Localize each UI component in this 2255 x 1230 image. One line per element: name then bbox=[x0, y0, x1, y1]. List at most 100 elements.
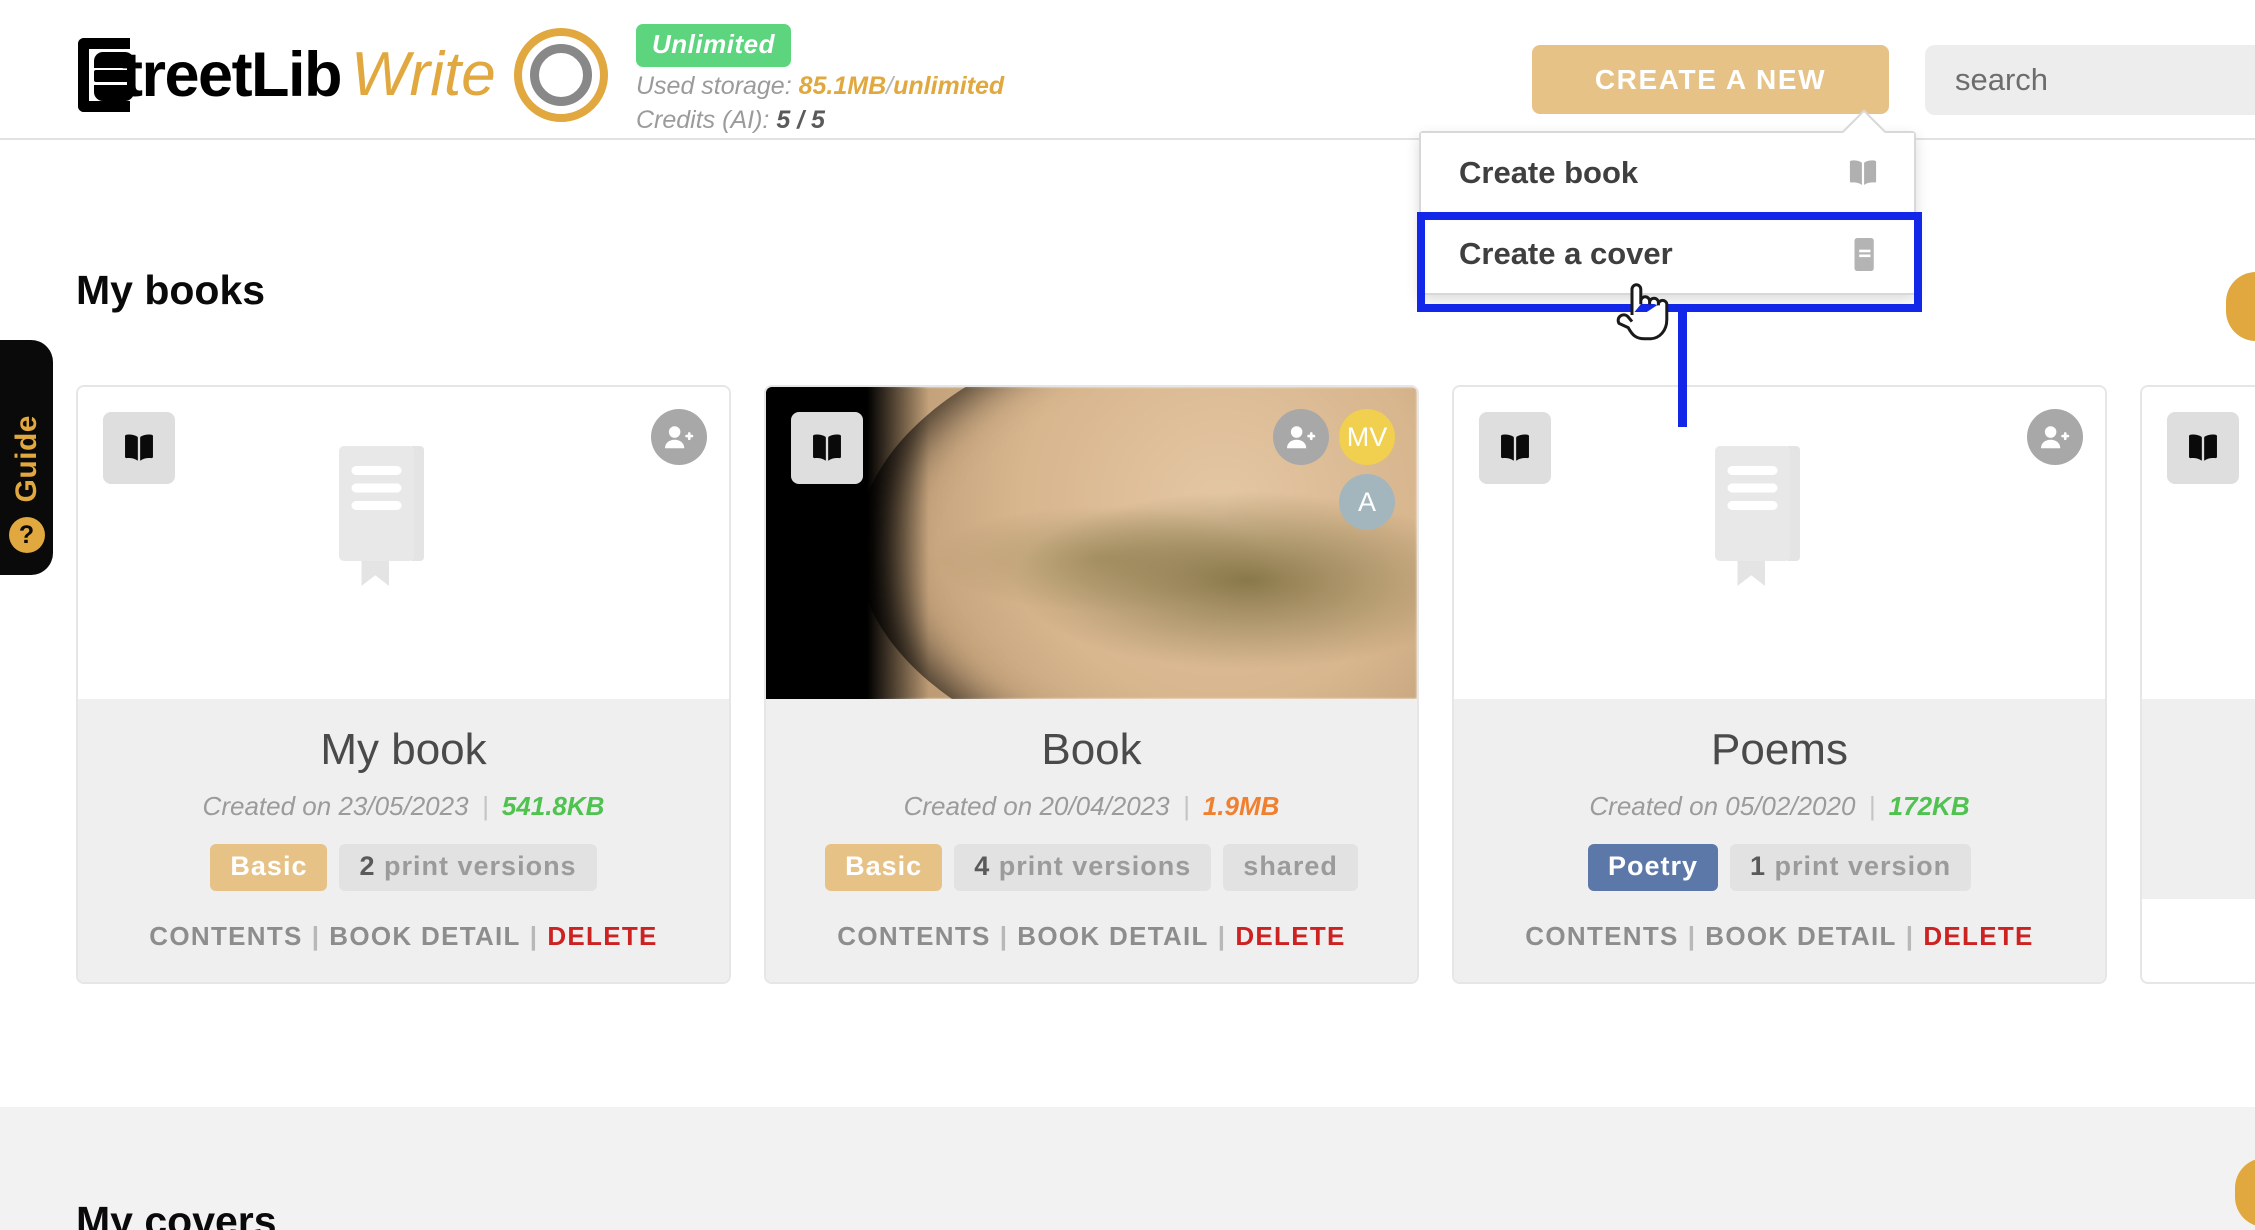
menu-item-create-book-label: Create book bbox=[1459, 155, 1638, 191]
created-date: 20/04/2023 bbox=[1039, 791, 1169, 821]
book-card-actions: CONTENTS|BOOK DETAIL|DELETE bbox=[786, 921, 1397, 952]
meta-separator: | bbox=[1177, 791, 1196, 821]
create-a-new-button[interactable]: CREATE A NEW bbox=[1532, 45, 1889, 114]
book-card[interactable] bbox=[2140, 385, 2255, 984]
book-tags: Basic 4 print versions shared bbox=[786, 844, 1397, 891]
book-title: My book bbox=[98, 725, 709, 775]
collaborator-avatars: MV A bbox=[1273, 409, 1395, 530]
tag-print-versions: 2 print versions bbox=[339, 844, 596, 891]
tag-print-versions: 1 print version bbox=[1730, 844, 1971, 891]
my-books-heading: My books bbox=[76, 267, 265, 314]
tag-print-versions: 4 print versions bbox=[954, 844, 1211, 891]
open-book-icon bbox=[1846, 158, 1880, 188]
book-card[interactable]: My book Created on 23/05/2023 | 541.8KB … bbox=[76, 385, 731, 984]
book-tags: Poetry 1 print version bbox=[1474, 844, 2085, 891]
streetlib-bracket-icon bbox=[78, 38, 130, 112]
contents-link[interactable]: CONTENTS bbox=[837, 921, 990, 951]
my-covers-heading: My covers bbox=[76, 1198, 277, 1230]
storage-used-value: 85.1MB bbox=[799, 72, 887, 100]
collaborator-avatars bbox=[2027, 409, 2083, 465]
book-detail-link[interactable]: BOOK DETAIL bbox=[329, 921, 520, 951]
print-versions-label: print versions bbox=[384, 851, 577, 881]
book-detail-link[interactable]: BOOK DETAIL bbox=[1705, 921, 1896, 951]
avatar[interactable]: A bbox=[1339, 474, 1395, 530]
book-cover-area[interactable] bbox=[1454, 387, 2105, 699]
print-versions-label: print versions bbox=[999, 851, 1192, 881]
delete-link[interactable]: DELETE bbox=[1235, 921, 1345, 951]
print-versions-count: 4 bbox=[974, 851, 990, 881]
add-collaborator-icon[interactable] bbox=[651, 409, 707, 465]
created-label: Created on bbox=[203, 791, 332, 821]
logo-ring-icon bbox=[514, 28, 608, 122]
contents-link[interactable]: CONTENTS bbox=[1525, 921, 1678, 951]
my-covers-section bbox=[0, 1107, 2255, 1230]
cover-document-icon bbox=[1851, 238, 1880, 271]
books-section-action-button[interactable] bbox=[2226, 272, 2255, 341]
print-versions-count: 1 bbox=[1750, 851, 1766, 881]
credits-line: Credits (AI): 5 / 5 bbox=[636, 106, 1004, 135]
add-collaborator-icon[interactable] bbox=[2027, 409, 2083, 465]
book-cover-area[interactable]: MV A bbox=[766, 387, 1417, 699]
cover-placeholder-icon bbox=[329, 441, 479, 621]
book-card-body: Poems Created on 05/02/2020 | 172KB Poet… bbox=[1454, 699, 2105, 982]
book-type-icon bbox=[103, 412, 175, 484]
add-collaborator-icon[interactable] bbox=[1273, 409, 1329, 465]
delete-link[interactable]: DELETE bbox=[1923, 921, 2033, 951]
question-mark-icon: ? bbox=[9, 517, 45, 553]
menu-item-create-a-cover-label: Create a cover bbox=[1459, 236, 1673, 272]
credits-label: Credits (AI): bbox=[636, 106, 769, 134]
delete-link[interactable]: DELETE bbox=[547, 921, 657, 951]
tag-shared: shared bbox=[1223, 844, 1358, 891]
book-meta: Created on 05/02/2020 | 172KB bbox=[1474, 791, 2085, 822]
tag-plan: Basic bbox=[210, 844, 327, 891]
book-card-body: My book Created on 23/05/2023 | 541.8KB … bbox=[78, 699, 729, 982]
meta-separator: | bbox=[1863, 791, 1882, 821]
collaborator-avatars bbox=[651, 409, 707, 465]
book-card[interactable]: MV A Book Created on 20/04/2023 | 1.9MB … bbox=[764, 385, 1419, 984]
created-date: 05/02/2020 bbox=[1725, 791, 1855, 821]
print-versions-count: 2 bbox=[359, 851, 375, 881]
credits-value: 5 / 5 bbox=[776, 106, 825, 134]
book-card-body bbox=[2142, 699, 2255, 899]
avatar[interactable]: MV bbox=[1339, 409, 1395, 465]
book-size: 541.8KB bbox=[502, 791, 605, 821]
menu-item-create-book[interactable]: Create book bbox=[1421, 133, 1914, 213]
annotation-connector-line bbox=[1678, 312, 1687, 427]
created-label: Created on bbox=[904, 791, 1033, 821]
storage-label: Used storage: bbox=[636, 72, 792, 100]
logo-product-text: Write bbox=[351, 38, 496, 112]
guide-tab-label: Guide bbox=[10, 415, 44, 503]
guide-tab[interactable]: ? Guide bbox=[0, 340, 53, 575]
storage-limit-value: unlimited bbox=[893, 72, 1004, 100]
plan-info: Unlimited Used storage: 85.1MB/unlimited… bbox=[636, 24, 1004, 135]
storage-line: Used storage: 85.1MB/unlimited bbox=[636, 72, 1004, 101]
book-meta: Created on 20/04/2023 | 1.9MB bbox=[786, 791, 1397, 822]
print-versions-label: print version bbox=[1775, 851, 1952, 881]
created-date: 23/05/2023 bbox=[338, 791, 468, 821]
book-type-icon bbox=[1479, 412, 1551, 484]
book-title: Book bbox=[786, 725, 1397, 775]
book-cover-area[interactable] bbox=[2142, 387, 2255, 699]
book-card-actions: CONTENTS|BOOK DETAIL|DELETE bbox=[98, 921, 709, 952]
book-type-icon bbox=[2167, 412, 2239, 484]
search-input[interactable] bbox=[1925, 45, 2255, 115]
book-meta: Created on 23/05/2023 | 541.8KB bbox=[98, 791, 709, 822]
menu-item-create-a-cover[interactable]: Create a cover bbox=[1421, 213, 1914, 293]
meta-separator: | bbox=[476, 791, 495, 821]
book-type-icon bbox=[791, 412, 863, 484]
book-card-body: Book Created on 20/04/2023 | 1.9MB Basic… bbox=[766, 699, 1417, 982]
contents-link[interactable]: CONTENTS bbox=[149, 921, 302, 951]
app-logo[interactable]: treetLib Write bbox=[78, 28, 608, 122]
book-cover-area[interactable] bbox=[78, 387, 729, 699]
create-new-dropdown: Create book Create a cover bbox=[1419, 131, 1916, 295]
book-card-actions: CONTENTS|BOOK DETAIL|DELETE bbox=[1474, 921, 2085, 952]
book-card[interactable]: Poems Created on 05/02/2020 | 172KB Poet… bbox=[1452, 385, 2107, 984]
tag-genre: Poetry bbox=[1588, 844, 1718, 891]
cover-placeholder-icon bbox=[1705, 441, 1855, 621]
book-tags: Basic 2 print versions bbox=[98, 844, 709, 891]
book-size: 172KB bbox=[1889, 791, 1970, 821]
logo-brand-text: treetLib bbox=[122, 38, 341, 112]
created-label: Created on bbox=[1589, 791, 1718, 821]
tag-plan: Basic bbox=[825, 844, 942, 891]
book-detail-link[interactable]: BOOK DETAIL bbox=[1017, 921, 1208, 951]
